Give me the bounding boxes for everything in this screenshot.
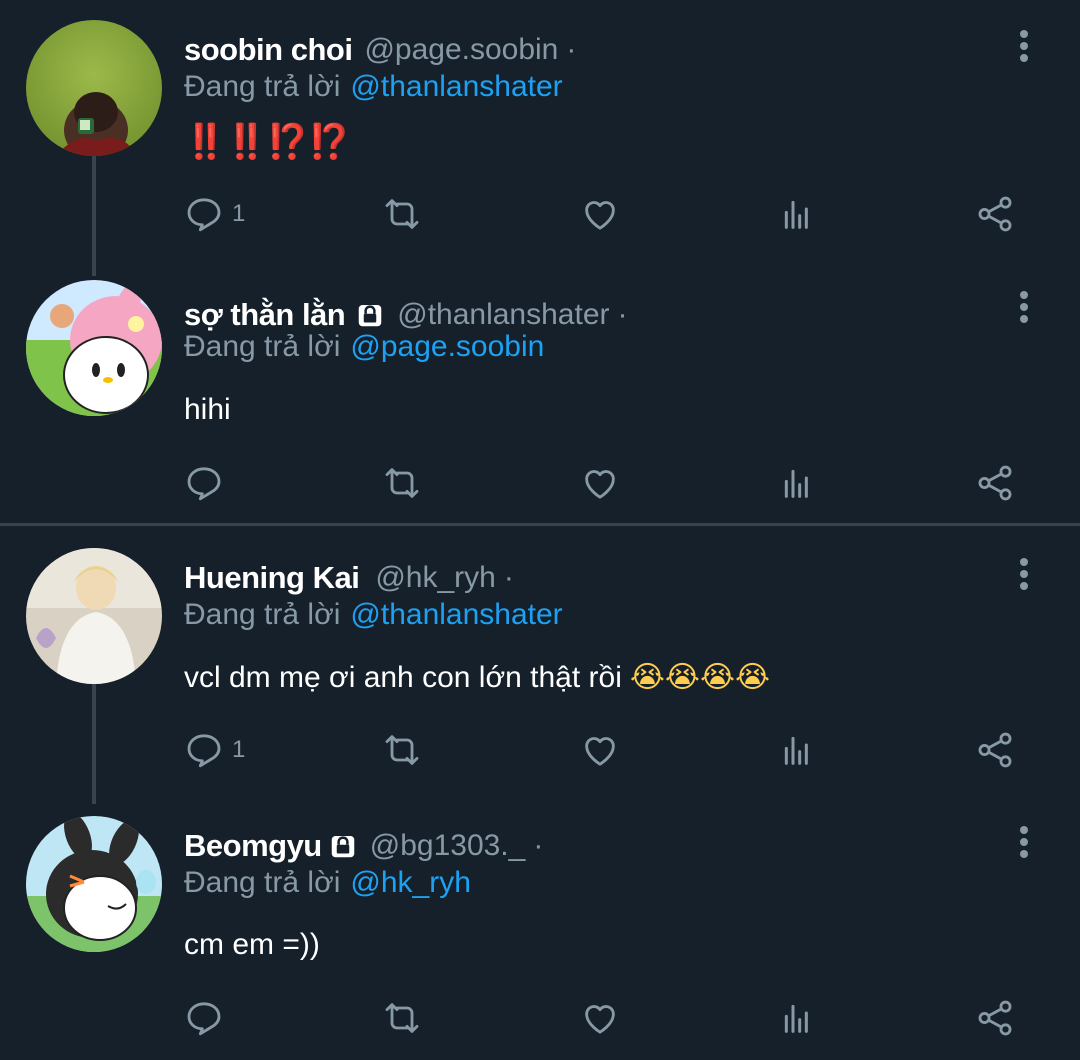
share-button[interactable] [974, 728, 1016, 772]
tweet-text-content: ‼️‼️⁉️⁉️ [184, 123, 350, 161]
share-icon [978, 732, 1012, 768]
analytics-button[interactable] [778, 996, 818, 1040]
reply-button[interactable]: 1 [184, 192, 245, 236]
separator-dot: · [533, 829, 544, 862]
reply-button[interactable] [184, 461, 232, 505]
tweet-text-content: vcl dm mẹ ơi anh con lớn thật rồi [184, 660, 622, 694]
share-icon [978, 465, 1012, 501]
heart-icon [585, 470, 615, 499]
reply-button[interactable]: 1 [184, 728, 245, 772]
retweet-button[interactable] [380, 728, 424, 772]
replying-to-label: Đang trả lời [184, 70, 341, 103]
thread-line [92, 684, 96, 804]
heart-icon [585, 737, 615, 766]
heart-icon [585, 201, 615, 230]
tweet-text-content: cm em =)) [184, 928, 320, 961]
like-button[interactable] [580, 996, 620, 1040]
share-button[interactable] [974, 996, 1016, 1040]
analytics-icon [784, 736, 808, 765]
analytics-button[interactable] [778, 192, 818, 236]
replying-to-label: Đang trả lời [184, 330, 341, 363]
share-icon [978, 1000, 1012, 1036]
like-button[interactable] [580, 192, 620, 236]
reply-count: 1 [232, 736, 246, 763]
more-vertical-icon[interactable] [1012, 554, 1036, 594]
reply-count: 1 [232, 200, 246, 227]
retweet-icon [385, 468, 419, 498]
tweet-1[interactable]: soobin choi @page.soobin · Đang trả lời @… [0, 0, 1080, 276]
avatar[interactable] [26, 816, 162, 952]
share-icon [978, 196, 1012, 232]
reply-icon [187, 467, 221, 501]
tweet-2[interactable]: sợ thằn lằn @thanlanshater · Đang trả lờ… [0, 265, 1080, 523]
tweet-text: ‼️‼️⁉️⁉️ [184, 122, 350, 162]
handle[interactable]: @thanlanshater [397, 298, 609, 332]
action-bar: 1 [184, 192, 1024, 236]
action-bar: 1 [184, 728, 1024, 772]
retweet-icon [385, 1003, 419, 1033]
replying-to-label: Đang trả lời [184, 598, 341, 631]
like-button[interactable] [580, 461, 620, 505]
lock-icon [328, 831, 358, 861]
replying-to: Đang trả lời @hk_ryh [184, 866, 471, 900]
handle[interactable]: @hk_ryh [375, 561, 496, 595]
retweet-icon [385, 735, 419, 765]
tweet-4[interactable]: Beomgyu @bg1303._ · Đang trả lời @hk_ryh … [0, 796, 1080, 1060]
display-name[interactable]: Beomgyu [184, 828, 322, 864]
mention-link[interactable]: @thanlanshater [350, 598, 562, 631]
action-bar [184, 461, 1024, 505]
retweet-button[interactable] [380, 461, 424, 505]
analytics-icon [784, 200, 808, 229]
mention-link[interactable]: @hk_ryh [350, 866, 471, 899]
action-bar [184, 996, 1024, 1040]
reply-button[interactable] [184, 996, 232, 1040]
reply-icon [187, 1002, 221, 1036]
avatar[interactable] [26, 280, 162, 416]
crying-emoji-group: 😭😭😭😭 [629, 660, 771, 695]
avatar[interactable] [26, 20, 162, 156]
retweet-button[interactable] [380, 996, 424, 1040]
replying-to: Đang trả lời @page.soobin [184, 330, 544, 364]
analytics-button[interactable] [778, 461, 818, 505]
replying-to: Đang trả lời @thanlanshater [184, 598, 563, 632]
tweet-text-content: hihi [184, 393, 231, 426]
separator-dot: · [617, 298, 628, 331]
retweet-button[interactable] [380, 192, 424, 236]
tweet-text: cm em =)) [184, 928, 320, 962]
share-button[interactable] [974, 192, 1016, 236]
separator-dot: · [566, 33, 577, 66]
analytics-icon [784, 469, 808, 498]
lock-icon [355, 300, 385, 330]
tweet-text: vcl dm mẹ ơi anh con lớn thật rồi 😭😭😭😭 [184, 660, 770, 695]
more-vertical-icon[interactable] [1012, 822, 1036, 862]
tweet-text: hihi [184, 393, 231, 427]
avatar[interactable] [26, 548, 162, 684]
thread-line [92, 156, 96, 276]
share-button[interactable] [974, 461, 1016, 505]
reply-icon [187, 198, 221, 232]
handle[interactable]: @page.soobin [364, 33, 558, 67]
like-button[interactable] [580, 728, 620, 772]
replying-to: Đang trả lời @thanlanshater [184, 70, 563, 104]
handle[interactable]: @bg1303._ [370, 829, 526, 863]
tweet-3[interactable]: Huening Kai @hk_ryh · Đang trả lời @thanl… [0, 528, 1080, 804]
display-name[interactable]: sợ thằn lằn [184, 297, 346, 333]
reply-icon [187, 734, 221, 768]
retweet-icon [385, 199, 419, 229]
more-vertical-icon[interactable] [1012, 287, 1036, 327]
thread-divider [0, 523, 1080, 526]
replying-to-label: Đang trả lời [184, 866, 341, 899]
more-vertical-icon[interactable] [1012, 26, 1036, 66]
display-name[interactable]: Huening Kai [184, 560, 360, 596]
mention-link[interactable]: @page.soobin [350, 330, 544, 363]
display-name[interactable]: soobin choi [184, 32, 353, 68]
analytics-icon [784, 1004, 808, 1033]
analytics-button[interactable] [778, 728, 818, 772]
heart-icon [585, 1005, 615, 1034]
separator-dot: · [503, 561, 514, 594]
mention-link[interactable]: @thanlanshater [350, 70, 562, 103]
